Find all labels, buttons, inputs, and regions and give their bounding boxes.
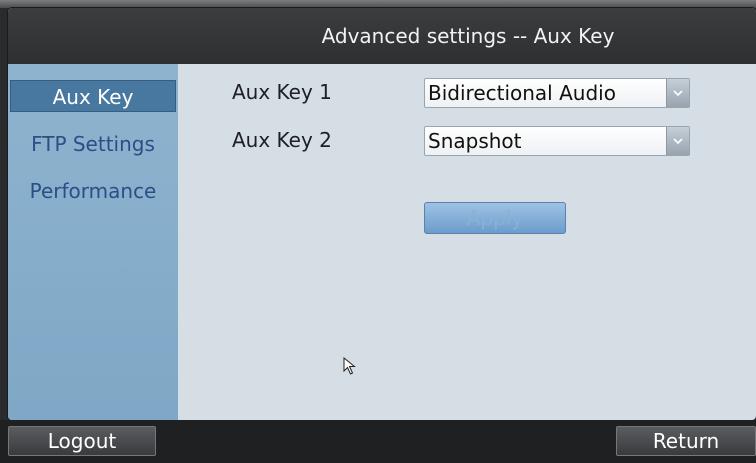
sidebar-item-ftp-settings[interactable]: FTP Settings <box>8 128 178 160</box>
settings-panel: Aux Key 1 Bidirectional Audio Aux Key 2 … <box>178 64 756 420</box>
sidebar-item-performance[interactable]: Performance <box>8 175 178 207</box>
aux-key-2-value: Snapshot <box>428 129 522 153</box>
sidebar: Aux Key FTP Settings Performance <box>8 64 178 420</box>
top-strip <box>0 0 756 8</box>
aux-key-2-label: Aux Key 2 <box>232 128 332 152</box>
footer-bar: Logout Return <box>0 420 756 463</box>
mouse-pointer-icon <box>343 357 356 375</box>
aux-key-1-label: Aux Key 1 <box>232 80 332 104</box>
settings-window: Advanced settings -- Aux Key Aux Key FTP… <box>8 8 756 420</box>
chevron-down-icon <box>673 90 683 96</box>
window-title: Advanced settings -- Aux Key <box>321 24 615 48</box>
aux-key-1-dropdown-button[interactable] <box>666 79 689 107</box>
logout-button[interactable]: Logout <box>8 426 156 456</box>
aux-key-1-value: Bidirectional Audio <box>428 81 616 105</box>
title-bar: Advanced settings -- Aux Key <box>8 8 756 64</box>
sidebar-item-aux-key[interactable]: Aux Key <box>10 80 176 112</box>
return-button[interactable]: Return <box>616 426 756 456</box>
aux-key-2-dropdown-button[interactable] <box>666 127 689 155</box>
apply-button[interactable]: Apply <box>424 202 566 234</box>
aux-key-1-select[interactable]: Bidirectional Audio <box>424 78 690 108</box>
chevron-down-icon <box>673 138 683 144</box>
aux-key-2-select[interactable]: Snapshot <box>424 126 690 156</box>
